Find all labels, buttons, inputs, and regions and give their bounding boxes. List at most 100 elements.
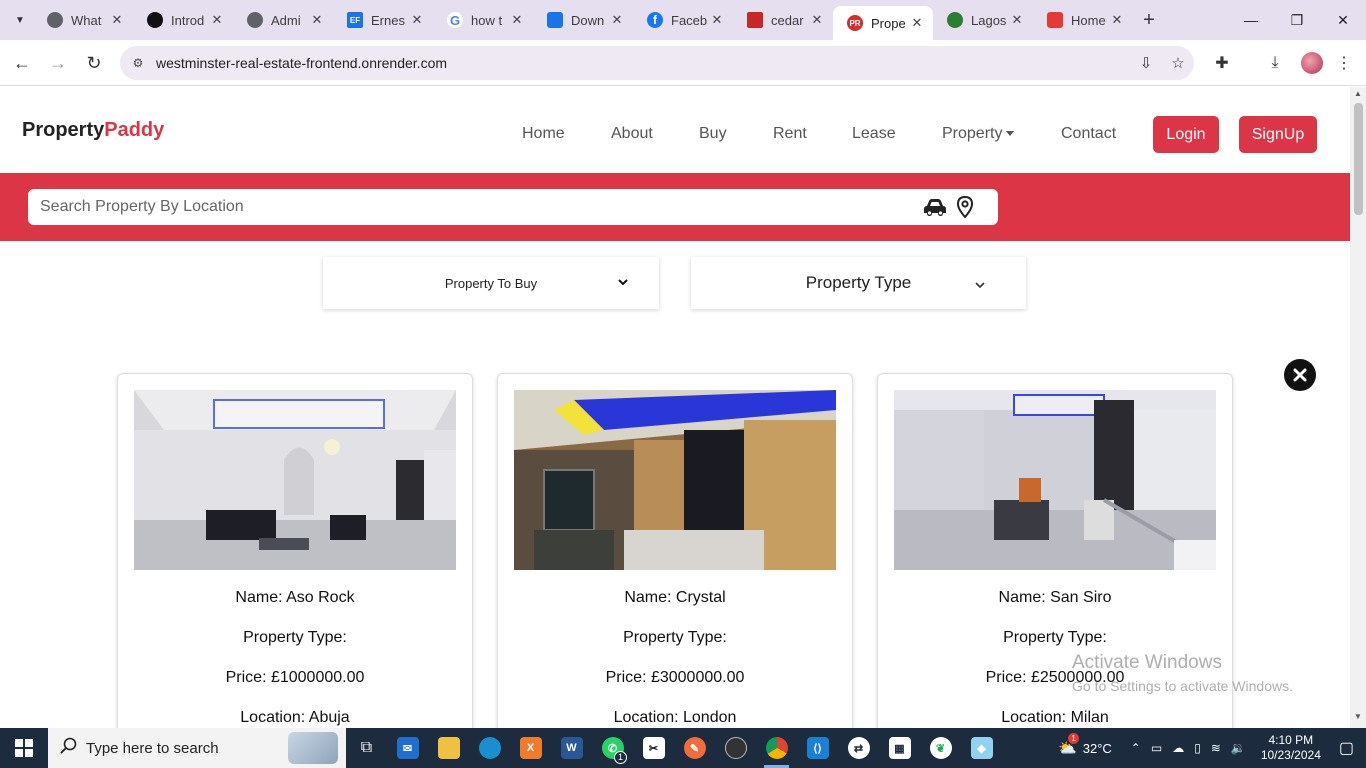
new-tab-button[interactable]: + xyxy=(1135,6,1163,34)
chrome-icon[interactable] xyxy=(756,728,797,768)
postman-icon[interactable]: ✎ xyxy=(674,728,715,768)
onedrive-icon[interactable]: ☁ xyxy=(1172,741,1184,755)
location-search-input[interactable]: Search Property By Location xyxy=(28,189,998,225)
site-settings-icon[interactable]: ⚙ xyxy=(120,56,156,70)
task-view-icon[interactable]: ⧉ xyxy=(346,728,387,768)
close-tab-icon[interactable]: ✕ xyxy=(1109,12,1125,28)
close-tab-icon[interactable]: ✕ xyxy=(309,12,325,28)
nav-property-label: Property xyxy=(942,125,1003,142)
nav-rent[interactable]: Rent xyxy=(773,125,807,143)
address-bar[interactable]: ⚙ westminster-real-estate-frontend.onren… xyxy=(120,46,1194,80)
scrollbar-thumb[interactable] xyxy=(1354,103,1363,215)
chevron-up-icon[interactable]: ⌃ xyxy=(1131,741,1141,755)
tab-favicon xyxy=(47,12,63,28)
signup-button[interactable]: SignUp xyxy=(1239,116,1317,153)
chevron-down-icon xyxy=(974,276,986,296)
page-scrollbar[interactable]: ▲ ▼ xyxy=(1350,87,1366,728)
mail-app-icon[interactable]: ✉ xyxy=(387,728,428,768)
browser-tab[interactable]: Admi ✕ xyxy=(233,4,333,36)
property-to-buy-select[interactable]: Property To Buy xyxy=(323,257,659,309)
close-tab-icon[interactable]: ✕ xyxy=(609,12,625,28)
property-type-select[interactable]: Property Type xyxy=(691,257,1026,309)
login-button[interactable]: Login xyxy=(1153,116,1219,153)
browser-tab[interactable]: Lagos ✕ xyxy=(933,4,1033,36)
close-tab-icon[interactable]: ✕ xyxy=(709,12,725,28)
wifi-icon[interactable]: ≋ xyxy=(1211,741,1221,755)
property-card[interactable]: Name: Crystal Property Type: Price: £300… xyxy=(497,373,853,728)
tab-favicon: G xyxy=(447,12,463,28)
temperature[interactable]: 32°C xyxy=(1083,741,1112,756)
property-card[interactable]: Name: Aso Rock Property Type: Price: £10… xyxy=(117,373,473,728)
windows-start-icon[interactable] xyxy=(0,728,48,768)
browser-tab[interactable]: Down ✕ xyxy=(533,4,633,36)
close-window-icon[interactable]: ✕ xyxy=(1320,0,1366,40)
browser-toolbar: ← → ↻ ⚙ westminster-real-estate-frontend… xyxy=(0,40,1366,86)
property-photo[interactable] xyxy=(134,390,456,570)
battery-icon[interactable]: ▯ xyxy=(1194,741,1201,755)
browser-tab[interactable]: G how t ✕ xyxy=(433,4,533,36)
mongodb-compass-icon[interactable]: ❦ xyxy=(920,728,961,768)
bookmark-star-icon[interactable]: ☆ xyxy=(1162,54,1194,72)
app-icon[interactable]: ◆ xyxy=(961,728,1002,768)
browser-tab[interactable]: f Faceb ✕ xyxy=(633,4,733,36)
whatsapp-icon[interactable]: ✆ 1 xyxy=(592,728,633,768)
close-tab-icon[interactable]: ✕ xyxy=(409,12,425,28)
obs-icon[interactable] xyxy=(715,728,756,768)
file-explorer-icon[interactable] xyxy=(428,728,469,768)
nav-buy[interactable]: Buy xyxy=(699,125,727,143)
property-photo[interactable] xyxy=(894,390,1216,570)
nav-home[interactable]: Home xyxy=(522,125,565,143)
property-photo[interactable] xyxy=(514,390,836,570)
notifications-icon[interactable]: ▢ xyxy=(1339,738,1354,758)
remote-desktop-icon[interactable]: ⇄ xyxy=(838,728,879,768)
search-band: Search Property By Location xyxy=(0,173,1350,241)
close-tab-icon[interactable]: ✕ xyxy=(109,12,125,28)
browser-tab-strip: ▼ What ✕ Introd ✕ Admi ✕ EF Ernes ✕ G ho… xyxy=(0,0,1366,40)
location-pin-icon[interactable] xyxy=(950,189,980,225)
browser-tab[interactable]: What ✕ xyxy=(33,4,133,36)
weather-icon[interactable]: ⛅ 1 xyxy=(1058,733,1080,757)
vscode-icon[interactable]: ⟨⟩ xyxy=(797,728,838,768)
scroll-down-icon[interactable]: ▼ xyxy=(1350,712,1366,726)
meet-now-icon[interactable]: ▭ xyxy=(1151,741,1162,755)
browser-tab-active[interactable]: PR Prope ✕ xyxy=(833,6,933,40)
nav-property-dropdown[interactable]: Property xyxy=(942,125,1015,143)
forward-icon[interactable]: → xyxy=(40,45,76,81)
close-icon[interactable] xyxy=(1284,359,1316,391)
store-icon[interactable]: ▦ xyxy=(879,728,920,768)
nav-lease[interactable]: Lease xyxy=(852,125,896,143)
nav-contact[interactable]: Contact xyxy=(1061,125,1116,143)
url-text[interactable]: westminster-real-estate-frontend.onrende… xyxy=(156,55,1130,71)
downloads-icon[interactable]: ⤓ xyxy=(1257,45,1293,81)
install-app-icon[interactable]: ⇩ xyxy=(1130,54,1162,72)
close-tab-icon[interactable]: ✕ xyxy=(509,12,525,28)
tab-favicon: f xyxy=(647,12,663,28)
close-tab-icon[interactable]: ✕ xyxy=(909,15,925,31)
nav-about[interactable]: About xyxy=(611,125,653,143)
extensions-icon[interactable]: ✚ xyxy=(1204,45,1240,81)
browser-tab[interactable]: Home ✕ xyxy=(1033,4,1133,36)
tab-search-button[interactable]: ▼ xyxy=(7,7,33,33)
scroll-up-icon[interactable]: ▲ xyxy=(1350,89,1366,103)
back-icon[interactable]: ← xyxy=(4,45,40,81)
browser-tab[interactable]: cedar ✕ xyxy=(733,4,833,36)
taskbar-search-box[interactable]: Type here to search xyxy=(48,728,346,768)
browser-tab[interactable]: Introd ✕ xyxy=(133,4,233,36)
browser-tab[interactable]: EF Ernes ✕ xyxy=(333,4,433,36)
restore-icon[interactable]: ❐ xyxy=(1274,0,1320,40)
car-icon[interactable] xyxy=(920,189,950,225)
clock[interactable]: 4:10 PM 10/23/2024 xyxy=(1261,733,1321,763)
reload-icon[interactable]: ↻ xyxy=(76,45,112,81)
select-value: Property Type xyxy=(805,273,912,292)
profile-avatar[interactable] xyxy=(1294,45,1330,81)
word-app-icon[interactable]: W xyxy=(551,728,592,768)
volume-icon[interactable]: 🔉 xyxy=(1231,741,1246,755)
close-tab-icon[interactable]: ✕ xyxy=(209,12,225,28)
close-tab-icon[interactable]: ✕ xyxy=(809,12,825,28)
xampp-icon[interactable]: X xyxy=(510,728,551,768)
edge-browser-icon[interactable] xyxy=(469,728,510,768)
capcut-icon[interactable]: ✂ xyxy=(633,728,674,768)
minimize-icon[interactable]: — xyxy=(1228,0,1274,40)
close-tab-icon[interactable]: ✕ xyxy=(1009,12,1025,28)
browser-menu-icon[interactable]: ⋮ xyxy=(1326,45,1362,81)
